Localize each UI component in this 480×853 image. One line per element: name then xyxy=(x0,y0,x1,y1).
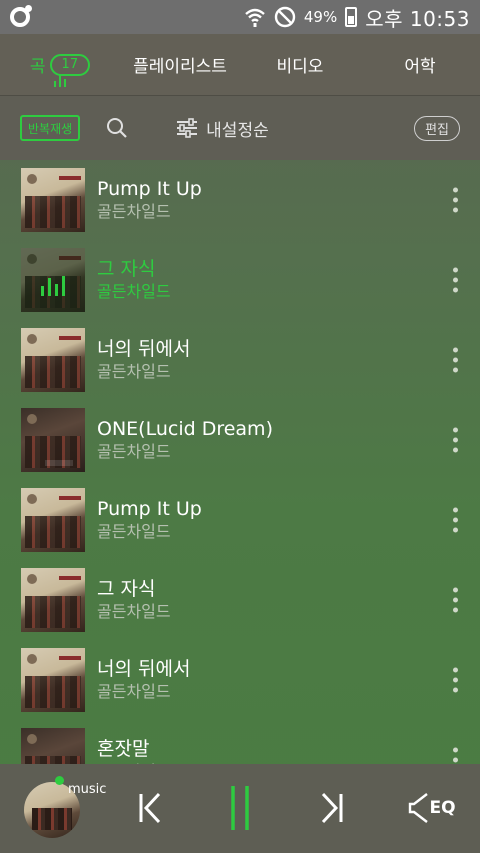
speaker-icon xyxy=(409,793,429,823)
more-options-icon[interactable] xyxy=(453,587,458,613)
tab-videos-label: 비디오 xyxy=(276,57,324,77)
tab-language-label: 어학 xyxy=(404,57,436,77)
tab-videos[interactable]: 비디오 xyxy=(240,34,360,95)
song-row[interactable]: ONE(Lucid Dream) 골든차일드 xyxy=(0,400,480,480)
song-title: Pump It Up xyxy=(97,178,202,200)
source-label: music xyxy=(68,782,107,797)
tab-playlists[interactable]: 플레이리스트 xyxy=(120,34,240,95)
now-playing-equalizer-icon xyxy=(21,248,85,312)
song-row[interactable]: 그 자식골든차일드 xyxy=(0,560,480,640)
album-art xyxy=(21,328,85,392)
song-title: 그 자식 xyxy=(97,578,156,600)
edit-button[interactable]: 편집 xyxy=(414,115,460,141)
more-options-icon[interactable] xyxy=(453,267,458,293)
status-bar: 49% 오후 10:53 xyxy=(0,0,480,34)
eq-label: EQ xyxy=(429,798,456,818)
song-row[interactable]: 그 자식골든차일드 xyxy=(0,240,480,320)
song-title: 그 자식 xyxy=(97,258,156,280)
album-art xyxy=(21,168,85,232)
more-options-icon[interactable] xyxy=(453,187,458,213)
repeat-button[interactable]: 반복재생 xyxy=(20,115,81,141)
song-row[interactable]: 너의 뒤에서골든차일드 xyxy=(0,320,480,400)
wifi-icon xyxy=(245,8,265,27)
mini-player: music EQ xyxy=(0,764,480,853)
album-art xyxy=(21,488,85,552)
song-artist: 골든차일드 xyxy=(97,362,171,381)
song-artist: 골든차일드 xyxy=(97,602,171,621)
album-art xyxy=(21,728,85,764)
playing-status-dot xyxy=(55,776,64,785)
song-title: Pump It Up xyxy=(97,498,202,520)
list-toolbar: 반복재생 내설정순 편집 xyxy=(0,96,480,160)
tab-playlists-label: 플레이리스트 xyxy=(133,57,227,77)
album-art xyxy=(21,248,85,312)
more-options-icon[interactable] xyxy=(453,347,458,373)
pause-icon xyxy=(231,786,249,830)
song-row[interactable]: 너의 뒤에서골든차일드 xyxy=(0,640,480,720)
album-art xyxy=(21,568,85,632)
more-options-icon[interactable] xyxy=(453,747,458,765)
category-tabs: 곡 17 플레이리스트 비디오 어학 xyxy=(0,34,480,96)
song-artist: 골든차일드 xyxy=(97,682,171,701)
battery-icon xyxy=(345,7,358,27)
sort-label: 내설정순 xyxy=(206,120,269,141)
more-options-icon[interactable] xyxy=(453,667,458,693)
song-title: 혼잣말 xyxy=(97,738,150,760)
repeat-label: 반복재생 xyxy=(28,121,73,136)
song-row[interactable]: Pump It Up 골든차일드 xyxy=(0,480,480,560)
tab-songs[interactable]: 곡 17 xyxy=(0,34,120,95)
tab-songs-label: 곡 xyxy=(29,57,46,77)
album-art xyxy=(21,408,85,472)
previous-icon xyxy=(139,792,161,824)
next-button[interactable] xyxy=(310,786,354,830)
search-button[interactable] xyxy=(102,113,132,143)
more-options-icon[interactable] xyxy=(453,427,458,453)
clock: 오후 10:53 xyxy=(365,6,470,31)
song-row[interactable]: 혼잣말골든차일드 xyxy=(0,720,480,764)
song-list: Pump It Up 골든차일드 그 자식 골든차일드 너의 뒤에서 골든차일드 ONE(L… xyxy=(0,160,480,764)
do-not-disturb-icon xyxy=(274,6,296,28)
equalizer-button[interactable]: EQ xyxy=(406,786,458,830)
song-title: 너의 뒤에서 xyxy=(97,338,191,360)
album-art xyxy=(21,648,85,712)
song-artist: 골든차일드 xyxy=(97,202,171,221)
next-icon xyxy=(321,792,343,824)
app-notification-icon xyxy=(10,5,32,27)
song-artist: 골든차일드 xyxy=(97,282,171,301)
pause-button[interactable] xyxy=(218,786,262,830)
more-options-icon[interactable] xyxy=(453,507,458,533)
song-artist: 골든차일드 xyxy=(97,522,171,541)
active-tab-equalizer-icon xyxy=(54,75,66,87)
battery-percent: 49% xyxy=(303,8,338,26)
sliders-icon xyxy=(177,118,198,138)
song-count-badge: 17 xyxy=(49,53,91,76)
search-icon xyxy=(107,118,127,138)
song-title: 너의 뒤에서 xyxy=(97,658,191,680)
song-artist: 골든차일드 xyxy=(97,442,171,461)
previous-button[interactable] xyxy=(128,786,172,830)
tab-language[interactable]: 어학 xyxy=(360,34,480,95)
song-title: ONE(Lucid Dream) xyxy=(97,418,273,440)
sort-button[interactable]: 내설정순 xyxy=(176,116,269,141)
song-row[interactable]: Pump It Up 골든차일드 xyxy=(0,160,480,240)
